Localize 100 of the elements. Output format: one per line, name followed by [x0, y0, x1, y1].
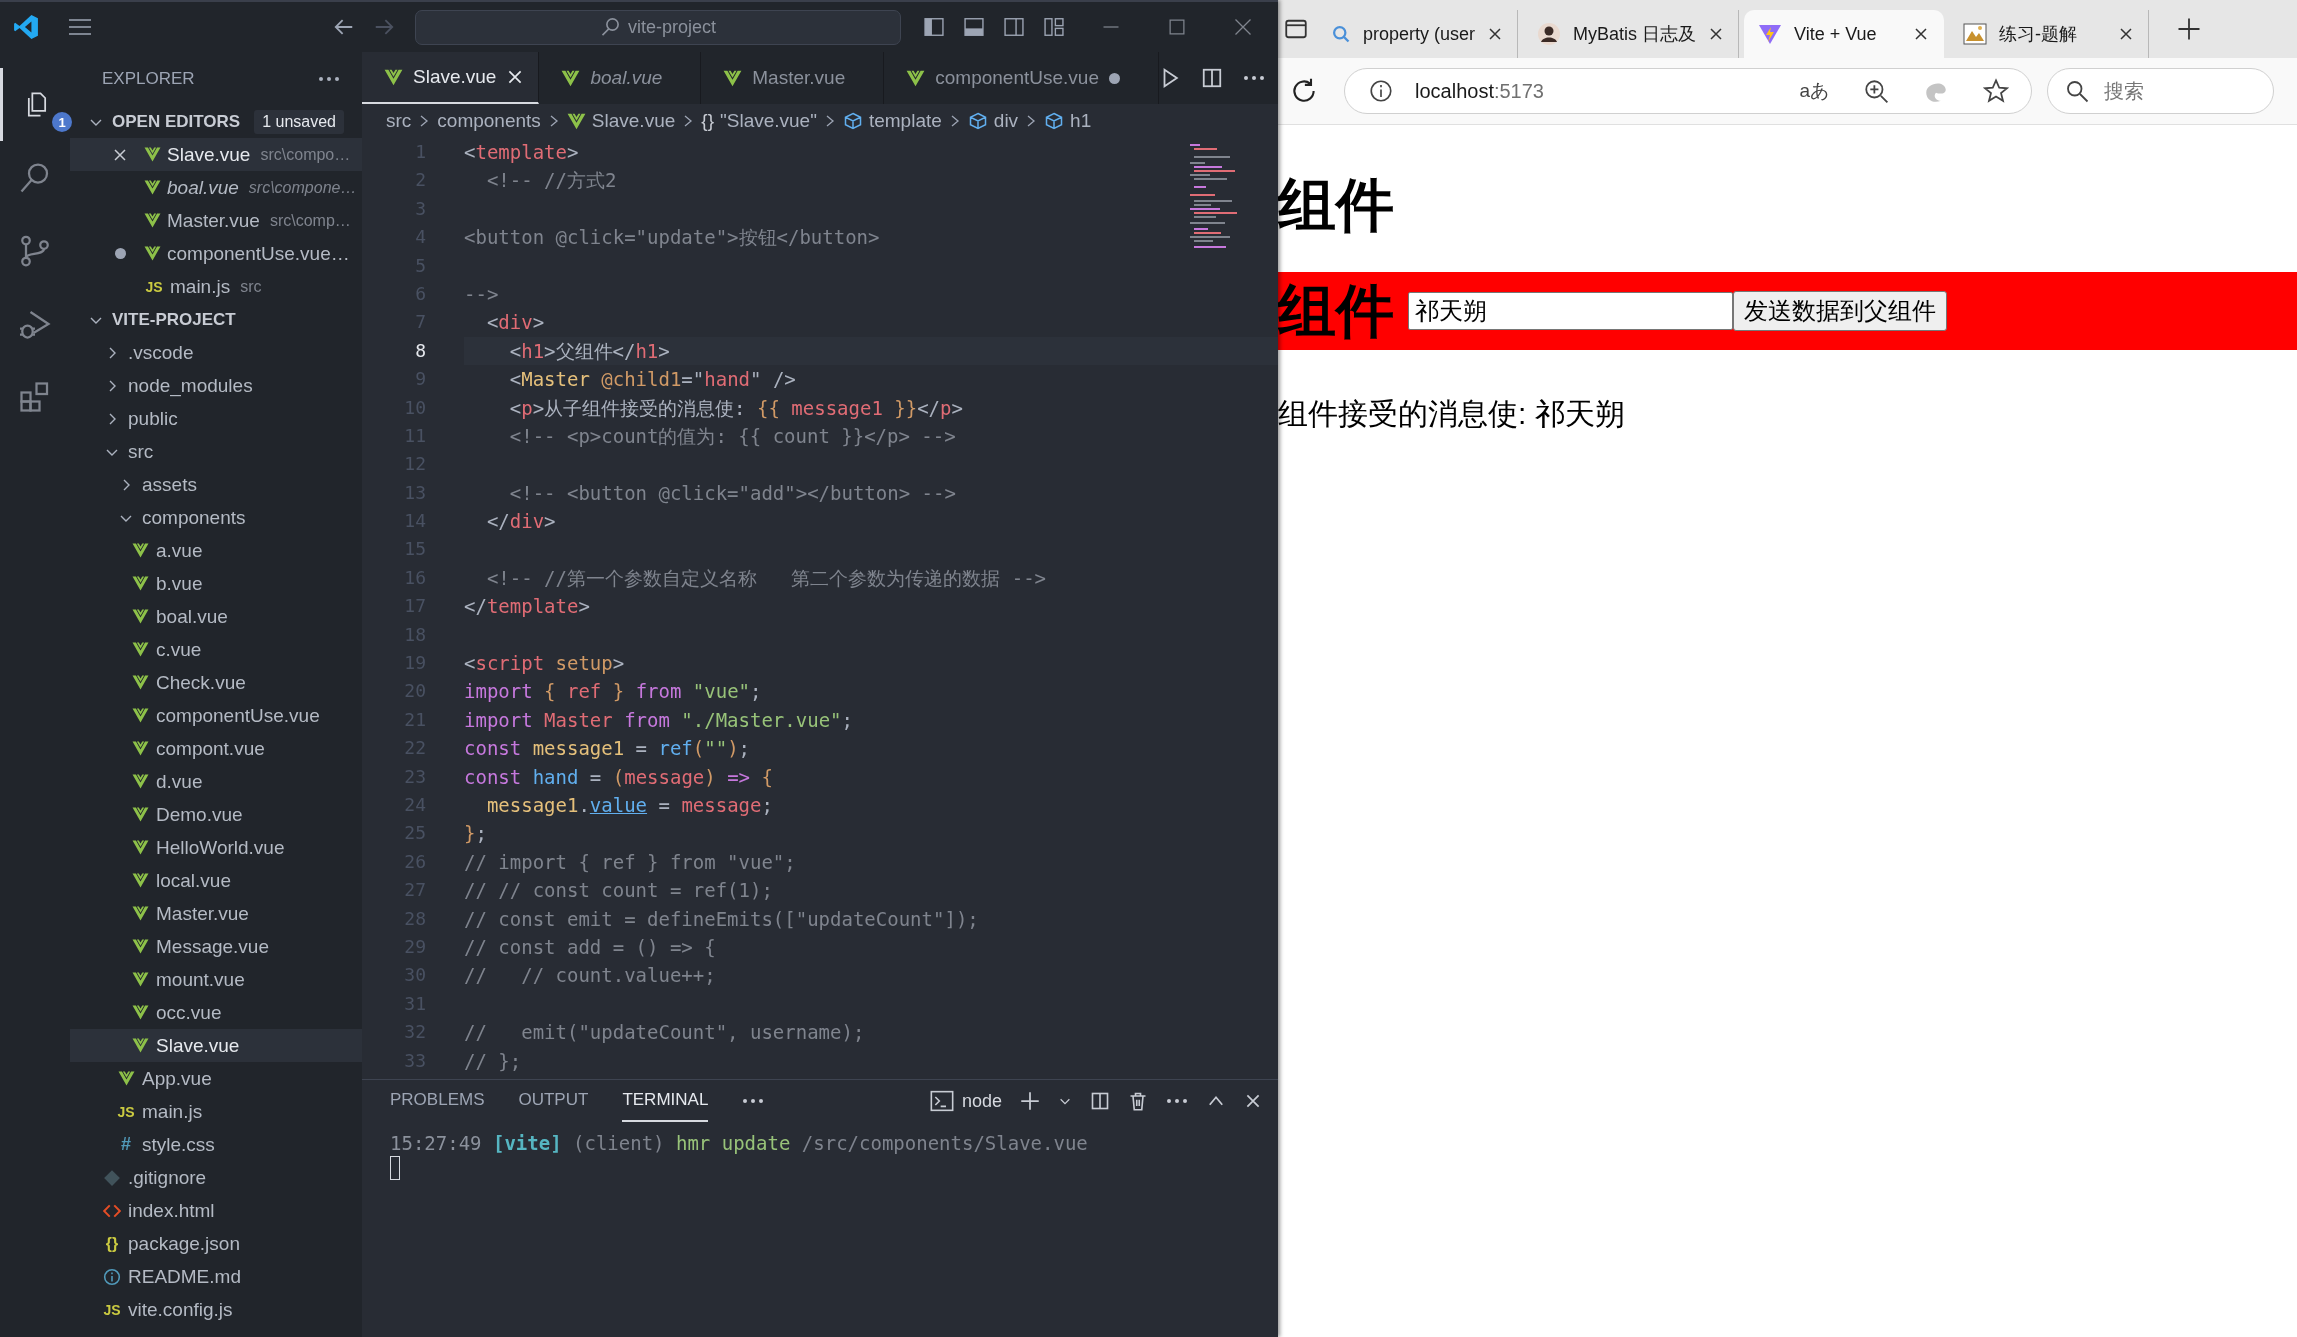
- terminal-selector[interactable]: node: [929, 1090, 1002, 1112]
- split-terminal-icon[interactable]: [1090, 1091, 1110, 1111]
- zoom-in-icon[interactable]: [1863, 78, 1889, 104]
- more-icon[interactable]: [1242, 75, 1265, 81]
- split-layout-icon[interactable]: [1003, 16, 1025, 38]
- file-row[interactable]: {} package.json: [70, 1227, 362, 1260]
- folder-row[interactable]: .vscode: [70, 336, 362, 369]
- editor-tab[interactable]: Slave.vue: [362, 52, 540, 104]
- send-button[interactable]: 发送数据到父组件: [1733, 291, 1947, 331]
- vue-icon: [131, 971, 149, 988]
- file-row[interactable]: App.vue: [70, 1062, 362, 1095]
- file-row[interactable]: compont.vue: [70, 732, 362, 765]
- read-aloud-icon[interactable]: aあ: [1799, 78, 1829, 104]
- close-icon[interactable]: [112, 146, 128, 163]
- editor-tab[interactable]: Master.vue: [701, 52, 885, 104]
- file-row[interactable]: mount.vue: [70, 963, 362, 996]
- file-row[interactable]: Demo.vue: [70, 798, 362, 831]
- folder-row[interactable]: assets: [70, 468, 362, 501]
- activity-tab[interactable]: 1: [0, 68, 70, 141]
- editor-tab[interactable]: componentUse.vue: [884, 52, 1159, 104]
- refresh-icon[interactable]: [1290, 77, 1318, 105]
- trash-icon[interactable]: [1128, 1091, 1148, 1111]
- sidebar-layout-icon[interactable]: [923, 16, 945, 38]
- editor-tab[interactable]: boal.vue: [539, 52, 702, 104]
- line-number: 8: [414, 338, 427, 363]
- file-row[interactable]: d.vue: [70, 765, 362, 798]
- file-row[interactable]: Message.vue: [70, 930, 362, 963]
- file-row[interactable]: Check.vue: [70, 666, 362, 699]
- file-row[interactable]: # style.css: [70, 1128, 362, 1161]
- panel-tab[interactable]: PROBLEMS: [390, 1080, 485, 1122]
- split-editor-icon[interactable]: [1200, 67, 1223, 89]
- star-icon[interactable]: [1983, 78, 2009, 104]
- file-row[interactable]: boal.vue: [70, 600, 362, 633]
- close-icon[interactable]: [2118, 26, 2135, 42]
- breadcrumb-item[interactable]: src: [386, 110, 412, 132]
- file-row[interactable]: JS vite.config.js: [70, 1293, 362, 1326]
- file-row[interactable]: Master.vue: [70, 897, 362, 930]
- file-row[interactable]: Slave.vue: [70, 1029, 362, 1062]
- vue-icon: [131, 542, 149, 559]
- new-tab-icon[interactable]: [2177, 17, 2202, 41]
- file-row[interactable]: .gitignore: [70, 1161, 362, 1194]
- panel-layout-icon[interactable]: [963, 16, 985, 38]
- vue-icon: [144, 212, 161, 229]
- breadcrumb-item[interactable]: template: [868, 110, 942, 132]
- text-input[interactable]: 祁天朔: [1408, 292, 1733, 330]
- folder-row[interactable]: node_modules: [70, 369, 362, 402]
- open-editor-item[interactable]: JS main.js src: [70, 270, 362, 303]
- panel-tab[interactable]: OUTPUT: [518, 1080, 589, 1122]
- close-icon[interactable]: [1487, 26, 1504, 42]
- panel-tab[interactable]: TERMINAL: [622, 1080, 709, 1122]
- tab-actions-icon[interactable]: [1284, 17, 1308, 41]
- close-icon[interactable]: [1913, 26, 1930, 42]
- maximize-icon[interactable]: [1167, 17, 1187, 37]
- vue-icon: [131, 1037, 149, 1054]
- folder-row[interactable]: src: [70, 435, 362, 468]
- folder-row[interactable]: components: [70, 501, 362, 534]
- vue-icon: [144, 146, 161, 163]
- code-line: // emit("updateCount", username);: [464, 1020, 866, 1046]
- file-row[interactable]: JS main.js: [70, 1095, 362, 1128]
- browser-tab[interactable]: Vite + Vue: [1744, 10, 1945, 58]
- more-icon[interactable]: [742, 1098, 765, 1104]
- folder-row[interactable]: public: [70, 402, 362, 435]
- file-row[interactable]: index.html: [70, 1194, 362, 1227]
- search-field[interactable]: 搜索: [2047, 68, 2274, 114]
- file-row[interactable]: c.vue: [70, 633, 362, 666]
- breadcrumb-item[interactable]: Slave.vue: [591, 110, 676, 132]
- section-header[interactable]: VITE-PROJECT: [70, 303, 362, 336]
- file-row[interactable]: a.vue: [70, 534, 362, 567]
- file-row[interactable]: componentUse.vue: [70, 699, 362, 732]
- file-row[interactable]: README.md: [70, 1260, 362, 1293]
- open-editor-item[interactable]: componentUse.vue…: [70, 237, 362, 270]
- avatar-icon: [1537, 22, 1562, 46]
- breadcrumb-item[interactable]: div: [993, 110, 1019, 132]
- menu-icon[interactable]: [67, 17, 93, 37]
- command-center[interactable]: vite-project: [415, 9, 901, 45]
- unsaved-dot: [1108, 72, 1120, 84]
- file-row[interactable]: b.vue: [70, 567, 362, 600]
- code-line: <!-- <button @click="add"></button> -->: [508, 480, 957, 506]
- more-icon[interactable]: [318, 75, 340, 82]
- address-bar[interactable]: localhost:5173 aあ: [1344, 68, 2032, 114]
- section-header[interactable]: OPEN EDITORS 1 unsaved: [70, 105, 362, 138]
- open-editor-item[interactable]: Slave.vue src\compo…: [70, 138, 362, 171]
- breadcrumb-item[interactable]: h1: [1070, 110, 1092, 132]
- open-editor-item[interactable]: boal.vue src\compone…: [70, 171, 362, 204]
- plus-icon[interactable]: [1020, 1091, 1040, 1111]
- search-icon: [1331, 24, 1351, 44]
- breadcrumb-item[interactable]: "Slave.vue": [720, 110, 817, 132]
- file-row[interactable]: HelloWorld.vue: [70, 831, 362, 864]
- open-editor-item[interactable]: Master.vue src\comp…: [70, 204, 362, 237]
- custom-layout-icon[interactable]: [1043, 16, 1065, 38]
- info-icon[interactable]: [1369, 79, 1393, 103]
- close-icon[interactable]: [1244, 1092, 1262, 1110]
- file-row[interactable]: local.vue: [70, 864, 362, 897]
- close-icon[interactable]: [1708, 26, 1725, 42]
- breadcrumb-item[interactable]: components: [437, 110, 541, 132]
- more-icon[interactable]: [1166, 1098, 1188, 1104]
- code-line: // import { ref } from "vue";: [464, 849, 797, 875]
- search-icon: [2065, 79, 2089, 103]
- vue-icon: [144, 179, 161, 196]
- file-row[interactable]: occ.vue: [70, 996, 362, 1029]
